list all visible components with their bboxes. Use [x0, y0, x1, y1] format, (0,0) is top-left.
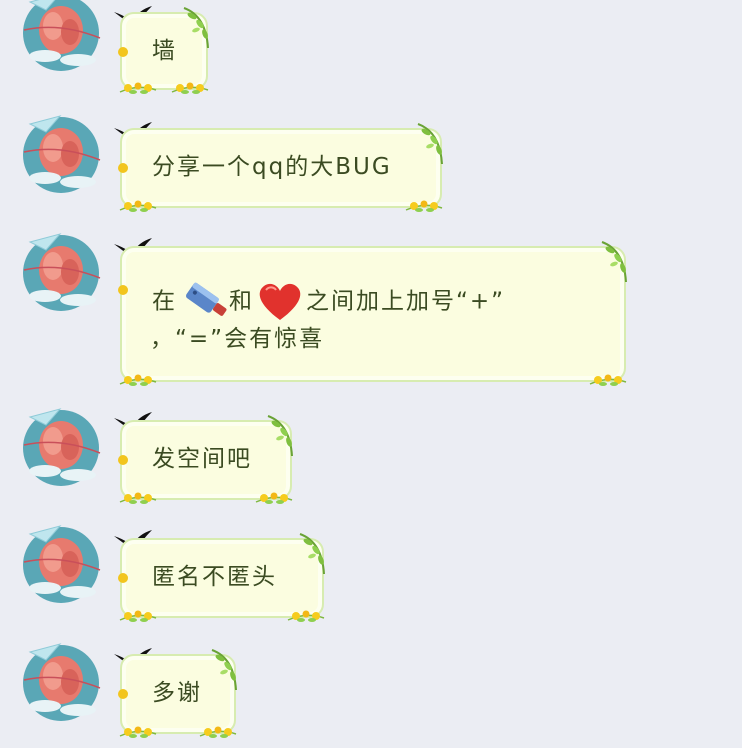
- avatar[interactable]: [20, 230, 102, 312]
- avatar-illustration-icon: [20, 405, 102, 487]
- flower-decoration-icon: [118, 74, 158, 96]
- avatar[interactable]: [20, 405, 102, 487]
- flower-decoration-icon: [404, 192, 444, 214]
- message-bubble[interactable]: 发空间吧: [118, 420, 292, 500]
- message-text-line-1: 在 和 之间加上加号“+”: [152, 280, 505, 324]
- message-text-mid: 和: [229, 288, 254, 315]
- leaf-decoration-icon: [596, 240, 630, 284]
- flower-decoration-icon: [118, 602, 158, 624]
- avatar[interactable]: [20, 0, 102, 72]
- leaf-decoration-icon: [262, 414, 296, 458]
- chat-area: 墙 分享一个qq的大BUG 在 和 之间加上加号“+” ，“=”会有惊喜 发空间吧 …: [0, 0, 742, 748]
- flower-decoration-icon: [118, 366, 158, 388]
- message-text: 多谢: [152, 680, 202, 706]
- flower-decoration-icon: [118, 484, 158, 506]
- bud-decoration-icon: [118, 573, 128, 584]
- message-bubble[interactable]: 分享一个qq的大BUG: [118, 128, 442, 208]
- leaf-decoration-icon: [294, 532, 328, 576]
- avatar-illustration-icon: [20, 522, 102, 604]
- flower-decoration-icon: [588, 366, 628, 388]
- message-bubble[interactable]: 多谢: [118, 654, 236, 734]
- message-bubble[interactable]: 匿名不匿头: [118, 538, 324, 618]
- flower-decoration-icon: [118, 718, 158, 740]
- avatar[interactable]: [20, 112, 102, 194]
- message-text: 分享一个qq的大BUG: [152, 154, 392, 180]
- message-text: 匿名不匿头: [152, 564, 277, 590]
- leaf-decoration-icon: [206, 648, 240, 692]
- bud-decoration-icon: [118, 163, 128, 174]
- leaf-decoration-icon: [412, 122, 446, 166]
- avatar-illustration-icon: [20, 0, 102, 72]
- bud-decoration-icon: [118, 455, 128, 466]
- flower-decoration-icon: [198, 718, 238, 740]
- message-text-after: 之间加上加号“+”: [306, 288, 506, 315]
- avatar-illustration-icon: [20, 640, 102, 722]
- bud-decoration-icon: [118, 689, 128, 700]
- message-text-line-2: ，“=”会有惊喜: [150, 326, 325, 352]
- message-bubble[interactable]: 墙: [118, 12, 208, 90]
- red-heart-emoji-icon: [259, 283, 301, 320]
- avatar[interactable]: [20, 522, 102, 604]
- avatar[interactable]: [20, 640, 102, 722]
- flower-decoration-icon: [170, 74, 210, 96]
- leaf-decoration-icon: [178, 6, 212, 50]
- message-text: 墙: [152, 38, 177, 64]
- avatar-illustration-icon: [20, 230, 102, 312]
- flower-decoration-icon: [254, 484, 294, 506]
- flower-decoration-icon: [118, 192, 158, 214]
- flower-decoration-icon: [286, 602, 326, 624]
- bud-decoration-icon: [118, 284, 128, 295]
- bud-decoration-icon: [118, 46, 128, 57]
- avatar-illustration-icon: [20, 112, 102, 194]
- message-text-before: 在: [152, 288, 177, 315]
- kitchen-knife-emoji-icon: [185, 282, 227, 316]
- message-bubble[interactable]: 在 和 之间加上加号“+” ，“=”会有惊喜: [118, 246, 626, 382]
- message-text: 发空间吧: [152, 446, 252, 472]
